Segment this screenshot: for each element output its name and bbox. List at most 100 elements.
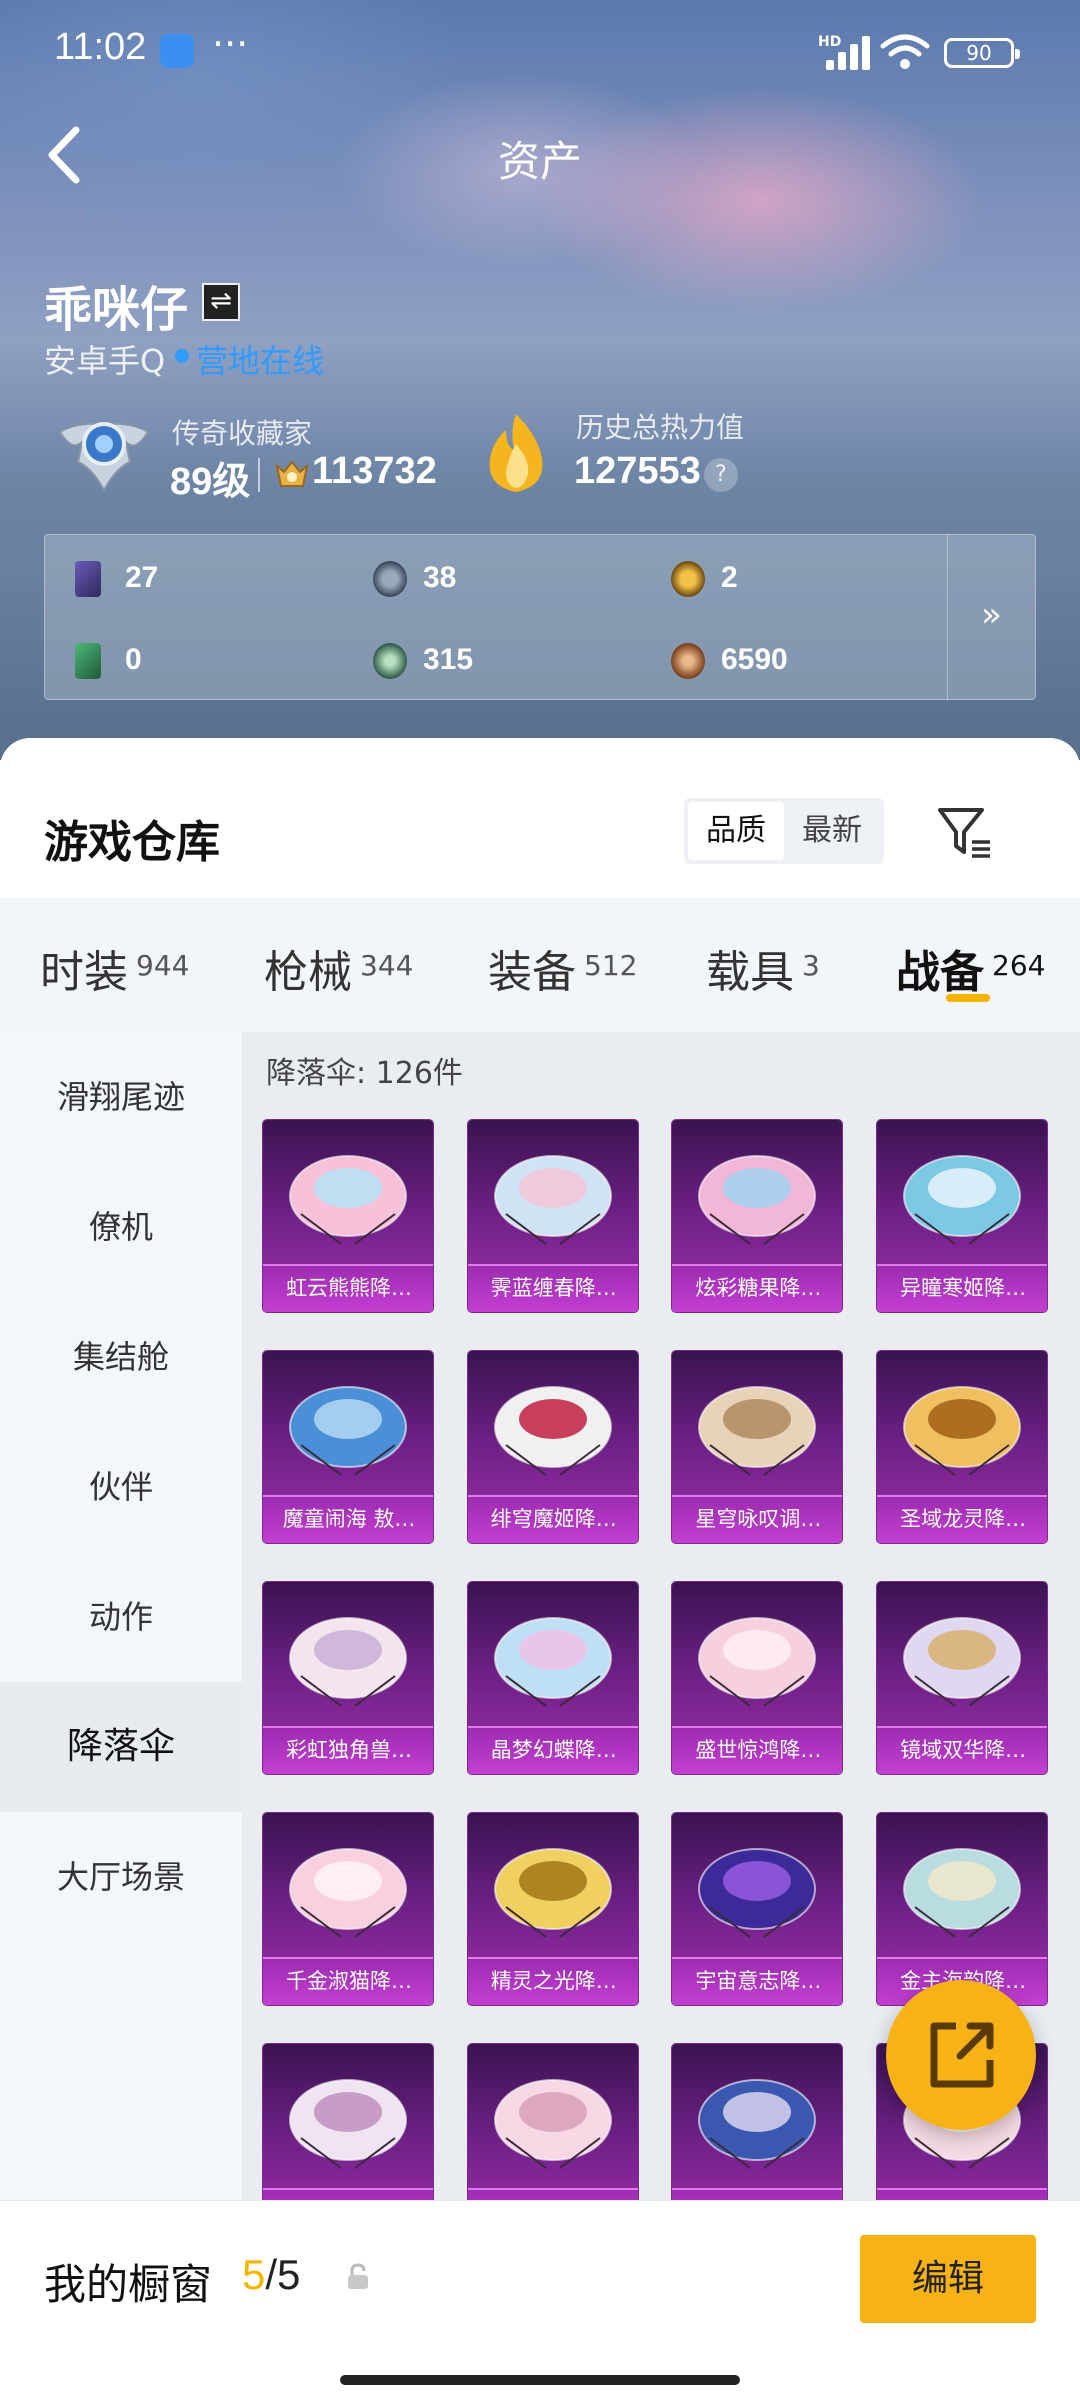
swap-account-icon[interactable]: ⇌ — [202, 283, 240, 321]
card-label: 盛世惊鸿降… — [695, 1738, 822, 1762]
parachute-icon — [289, 1386, 408, 1476]
parachute-card[interactable]: 千金淑猫降… — [263, 1813, 434, 2005]
parachute-icon — [698, 1386, 817, 1476]
card-label: 炫彩糖果降… — [695, 1276, 822, 1300]
page-title: 资产 — [497, 137, 582, 186]
stats-more-button[interactable]: » — [947, 535, 1035, 701]
stat-item: 6590 — [671, 639, 871, 683]
parachute-card[interactable]: 盛世惊鸿降… — [672, 1582, 843, 1774]
rank-title: 传奇收藏家 — [172, 417, 313, 450]
tab-vehicles[interactable]: 载具 3 — [706, 936, 820, 1000]
tab-equipment[interactable]: 装备 512 — [488, 936, 637, 1000]
more-notifications-icon: ··· — [212, 22, 249, 66]
card-green-icon — [75, 643, 101, 679]
parachute-card[interactable]: 魔童闹海 敖… — [263, 1351, 434, 1543]
side-item-lobby-scene[interactable]: 大厅场景 — [0, 1812, 242, 1942]
parachute-icon — [493, 1155, 612, 1245]
active-tab-indicator — [946, 994, 990, 1002]
showcase-slash: / — [265, 2251, 278, 2298]
showcase-current: 5 — [242, 2251, 266, 2298]
stat-value: 315 — [423, 643, 474, 676]
parachute-card[interactable]: 霁蓝缠春降… — [467, 1120, 638, 1312]
tab-combat-gear[interactable]: 战备 264 — [896, 936, 1045, 1000]
parachute-icon — [903, 1848, 1022, 1938]
emblem-grey-icon — [373, 561, 407, 597]
card-label: 虹云熊熊降… — [286, 1276, 413, 1300]
status-bar: 11:02 ··· HD 90 — [0, 0, 1080, 100]
parachute-icon — [289, 1155, 408, 1245]
parachute-card[interactable]: 绯穹魔姬降… — [467, 1351, 638, 1543]
tab-label: 战备 — [896, 947, 984, 998]
status-time: 11:02 — [54, 26, 147, 68]
parachute-icon — [698, 1617, 817, 1707]
side-item-wingman[interactable]: 僚机 — [0, 1162, 242, 1292]
parachute-icon — [289, 2079, 408, 2169]
heat-title: 历史总热力值 — [576, 411, 745, 444]
parachute-icon — [698, 1848, 817, 1938]
showcase-count: 5/5 — [242, 2251, 300, 2299]
parachute-icon — [493, 1617, 612, 1707]
parachute-icon — [493, 2079, 612, 2169]
card-label: 彩虹独角兽… — [286, 1738, 413, 1762]
sort-newest-button[interactable]: 最新 — [784, 802, 880, 860]
showcase-bar: 我的橱窗 5/5 编辑 — [0, 2200, 1080, 2400]
parachute-card[interactable]: 宇宙意志降… — [672, 1813, 843, 2005]
card-icon — [75, 561, 101, 597]
filter-icon[interactable] — [934, 802, 994, 862]
showcase-label: 我的橱窗 — [44, 2260, 213, 2309]
stat-value: 0 — [125, 643, 142, 676]
heat-value: 127553 — [574, 450, 701, 492]
stat-item: 315 — [373, 639, 573, 683]
lock-icon — [348, 2263, 368, 2289]
card-label: 晶梦幻蝶降… — [490, 1738, 617, 1762]
side-item-emote[interactable]: 动作 — [0, 1552, 242, 1682]
side-item-partner[interactable]: 伙伴 — [0, 1422, 242, 1552]
parachute-card[interactable]: 晶梦幻蝶降… — [467, 1582, 638, 1774]
parachute-card[interactable]: 星穹咏叹调… — [672, 1351, 843, 1543]
tab-label: 时装 — [40, 947, 128, 998]
stat-value: 6590 — [721, 643, 788, 676]
side-item-glide-trail[interactable]: 滑翔尾迹 — [0, 1032, 242, 1162]
collection-points: 113732 — [312, 450, 437, 492]
sort-quality-button[interactable]: 品质 — [688, 802, 784, 860]
parachute-card[interactable]: 虹云熊熊降… — [263, 1120, 434, 1312]
parachute-icon — [903, 1386, 1022, 1476]
battery-icon: 90 — [944, 38, 1020, 68]
parachute-card[interactable]: 异瞳寒姬降… — [877, 1120, 1048, 1312]
orb-green-icon — [373, 643, 407, 679]
showcase-total: 5 — [277, 2251, 301, 2298]
stat-value: 2 — [721, 561, 738, 594]
collection-points-icon — [275, 460, 309, 487]
help-icon[interactable]: ? — [704, 458, 738, 492]
signal-icon — [826, 34, 872, 70]
online-dot-icon — [175, 349, 189, 363]
parachute-card[interactable]: 炫彩糖果降… — [672, 1120, 843, 1312]
divider — [258, 458, 260, 492]
parachute-card[interactable]: 圣域龙灵降… — [877, 1351, 1048, 1543]
edit-button[interactable]: 编辑 — [860, 2235, 1036, 2323]
side-item-assembly-pod[interactable]: 集结舱 — [0, 1292, 242, 1422]
card-label: 绯穹魔姬降… — [490, 1507, 617, 1531]
card-label: 精灵之光降… — [490, 1969, 617, 1993]
share-button[interactable] — [886, 1980, 1036, 2130]
home-indicator — [340, 2375, 740, 2385]
parachute-card[interactable]: 彩虹独角兽… — [263, 1582, 434, 1774]
sort-toggle: 品质 最新 — [684, 798, 884, 864]
parachute-card[interactable]: 精灵之光降… — [467, 1813, 638, 2005]
username: 乖咪仔 — [44, 282, 189, 338]
platform-label: 安卓手Q — [44, 342, 166, 380]
parachute-card[interactable]: 镜域双华降… — [877, 1582, 1048, 1774]
rank-level: 89级 — [170, 461, 251, 503]
grid-count-label: 降落伞: 126件 — [266, 1056, 463, 1091]
parachute-icon — [493, 1848, 612, 1938]
tab-count: 3 — [802, 949, 820, 982]
stat-item: 0 — [75, 639, 275, 683]
tab-count: 944 — [136, 949, 190, 982]
tab-weapons[interactable]: 枪械 344 — [264, 936, 413, 1000]
side-item-parachute[interactable]: 降落伞 — [0, 1682, 242, 1812]
category-tabs: 时装 944 枪械 344 装备 512 载具 3 战备 264 — [0, 898, 1080, 1032]
tab-fashion[interactable]: 时装 944 — [40, 936, 189, 1000]
wifi-icon — [880, 34, 930, 69]
parachute-icon — [289, 1848, 408, 1938]
parachute-card[interactable]: 金主海韵降… — [877, 1813, 1048, 2005]
